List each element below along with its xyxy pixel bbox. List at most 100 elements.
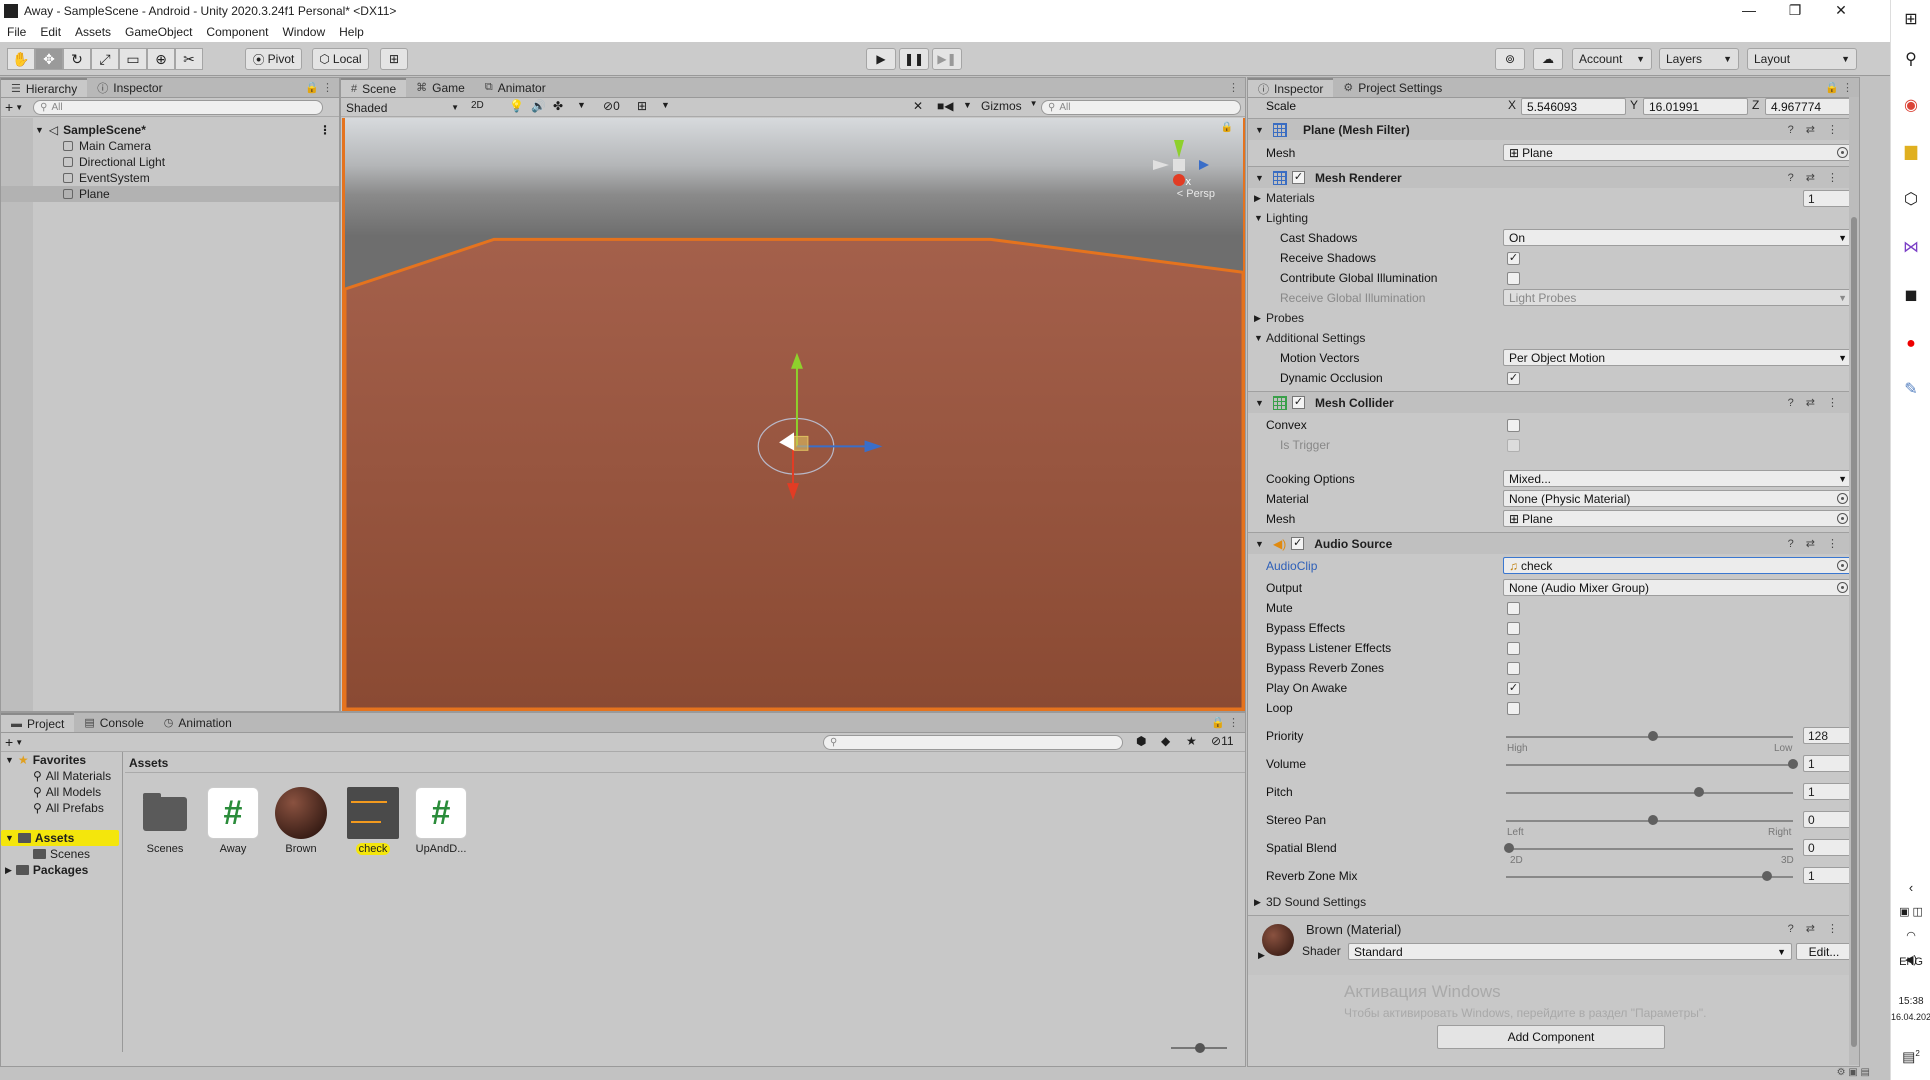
collider-material-field[interactable]: None (Physic Material) [1503, 490, 1853, 507]
asset-check-audio[interactable]: check [343, 787, 403, 855]
cooking-options-dropdown[interactable]: Mixed... ▼ [1503, 470, 1853, 487]
object-picker-icon[interactable] [1837, 582, 1848, 593]
shading-mode-dropdown[interactable]: Shaded ▼ [343, 99, 463, 116]
tab-project[interactable]: ▬ Project [1, 713, 75, 732]
favorite-all-materials[interactable]: ⚲ All Materials [1, 768, 122, 784]
mesh-filter-header[interactable]: ▼ Plane (Mesh Filter) ?⇄⋮ [1248, 118, 1858, 140]
favorite-all-models[interactable]: ⚲ All Models [1, 784, 122, 800]
search-icon[interactable]: ⚲ [1899, 48, 1923, 72]
hierarchy-scene-row[interactable]: ▼ ◁ SampleScene* ⋮ [1, 122, 339, 138]
menu-file[interactable]: File [0, 25, 33, 39]
spatial-blend-slider[interactable] [1504, 843, 1793, 853]
camera-icon[interactable]: ■◀ [937, 99, 953, 113]
menu-assets[interactable]: Assets [68, 25, 118, 39]
audioclip-field[interactable]: ♫ check [1503, 557, 1853, 574]
move-tool-icon[interactable]: ✥ [35, 48, 63, 70]
reverb-zone-mix-field[interactable]: 1 [1803, 867, 1853, 884]
stereo-pan-slider-knob[interactable] [1648, 815, 1658, 825]
tab-animation[interactable]: ◷ Animation [154, 713, 242, 732]
pitch-field[interactable]: 1 [1803, 783, 1853, 800]
asset-brown-material[interactable]: Brown [271, 787, 331, 855]
hidden-packages-counter[interactable]: ⊘11 [1211, 734, 1234, 748]
scale-x-field[interactable]: 5.546093 [1521, 98, 1626, 115]
collider-mesh-field[interactable]: ⊞ Plane [1503, 510, 1853, 527]
tab-scene[interactable]: # Scene [341, 78, 407, 97]
visual-studio-icon[interactable]: ⋈ [1899, 236, 1923, 260]
record-icon[interactable]: ● [1899, 332, 1923, 356]
rect-tool-icon[interactable]: ▭ [119, 48, 147, 70]
step-button[interactable]: ▶❚ [932, 48, 962, 70]
menu-window[interactable]: Window [275, 25, 332, 39]
pause-button[interactable]: ❚❚ [899, 48, 929, 70]
language-indicator[interactable]: ENG [1891, 956, 1930, 968]
priority-slider-knob[interactable] [1648, 731, 1658, 741]
chevron-down-icon[interactable]: ▼ [15, 738, 23, 747]
thumbnail-size-knob[interactable] [1195, 1043, 1205, 1053]
inspector-scrollbar-thumb[interactable] [1851, 217, 1857, 1047]
scale-tool-icon[interactable]: ⤢ [91, 48, 119, 70]
audio-toggle-icon[interactable]: 🔊 [531, 99, 546, 113]
menu-gameobject[interactable]: GameObject [118, 25, 199, 39]
menu-help[interactable]: Help [332, 25, 371, 39]
audio-source-header[interactable]: ▼ ◀) ✓ Audio Source ?⇄⋮ [1248, 532, 1858, 554]
chevron-down-icon[interactable]: ▼ [963, 100, 972, 110]
lock-icon[interactable]: 🔒 [1221, 122, 1233, 133]
stereo-pan-field[interactable]: 0 [1803, 811, 1853, 828]
bypass-reverb-checkbox[interactable] [1507, 662, 1520, 675]
output-field[interactable]: None (Audio Mixer Group) [1503, 579, 1853, 596]
loop-checkbox[interactable] [1507, 702, 1520, 715]
asset-upandd-script[interactable]: # UpAndD... [411, 787, 471, 855]
component-actions-icons[interactable]: ?⇄⋮ [1788, 123, 1850, 136]
reverb-zone-mix-slider-knob[interactable] [1762, 871, 1772, 881]
reverb-zone-mix-slider[interactable] [1506, 871, 1793, 881]
receive-shadows-checkbox[interactable]: ✓ [1507, 252, 1520, 265]
thumbnail-size-slider[interactable] [1171, 1043, 1227, 1053]
asset-away-script[interactable]: # Away [203, 787, 263, 855]
additional-settings-foldout[interactable]: ▼ Additional Settings [1254, 329, 1365, 347]
play-on-awake-checkbox[interactable]: ✓ [1507, 682, 1520, 695]
project-breadcrumb[interactable]: Assets [125, 753, 1245, 773]
add-icon[interactable]: + [5, 99, 13, 115]
component-actions-icons[interactable]: ?⇄⋮ [1788, 922, 1850, 935]
cloud-button[interactable]: ☁ [1533, 48, 1563, 70]
lock-icon[interactable]: 🔒 ⋮ [305, 81, 333, 94]
inspector-scrollbar[interactable] [1849, 97, 1859, 1065]
object-picker-icon[interactable] [1837, 513, 1848, 524]
3d-sound-settings-foldout[interactable]: ▶ 3D Sound Settings [1254, 893, 1366, 911]
close-button[interactable]: ✕ [1818, 0, 1864, 22]
custom-tool-icon[interactable]: ✂ [175, 48, 203, 70]
notifications-icon[interactable]: ▤2 [1899, 1042, 1923, 1066]
tab-inspector-secondary[interactable]: ⓘ Inspector [87, 78, 172, 97]
tab-inspector[interactable]: ⓘ Inspector [1248, 78, 1334, 97]
folder-packages[interactable]: ▶ Packages [1, 862, 122, 878]
favorites-row[interactable]: ▼ ★ Favorites [1, 752, 122, 768]
chevron-down-icon[interactable]: ▼ [15, 103, 23, 112]
object-picker-icon[interactable] [1837, 560, 1848, 571]
rotate-tool-icon[interactable]: ↻ [63, 48, 91, 70]
convex-checkbox[interactable] [1507, 419, 1520, 432]
effects-toggle-icon[interactable]: ✤ [553, 99, 563, 113]
bypass-listener-checkbox[interactable] [1507, 642, 1520, 655]
perspective-toggle[interactable]: < Persp [1177, 188, 1215, 200]
local-button[interactable]: ⬡ Local [312, 48, 369, 70]
clock-date[interactable]: 16.04.2022 [1891, 1012, 1930, 1022]
layout-dropdown[interactable]: Layout ▼ [1747, 48, 1857, 70]
expand-arrow-icon[interactable]: ▶ [1258, 950, 1265, 961]
tab-hierarchy[interactable]: ☰ Hierarchy [1, 78, 88, 97]
stereo-pan-slider[interactable] [1506, 815, 1793, 825]
hierarchy-item-main-camera[interactable]: Main Camera [1, 138, 339, 154]
account-dropdown[interactable]: Account ▼ [1572, 48, 1652, 70]
project-search-input[interactable]: ⚲ [823, 735, 1123, 750]
favorite-star-icon[interactable]: ★ [1186, 734, 1197, 748]
favorite-all-prefabs[interactable]: ⚲ All Prefabs [1, 800, 122, 816]
scale-z-field[interactable]: 4.967774 [1765, 98, 1853, 115]
hierarchy-item-plane[interactable]: Plane [1, 186, 339, 202]
spatial-blend-field[interactable]: 0 [1803, 839, 1853, 856]
clock-time[interactable]: 15:38 [1891, 996, 1930, 1007]
hierarchy-item-eventsystem[interactable]: EventSystem [1, 170, 339, 186]
contribute-gi-checkbox[interactable] [1507, 272, 1520, 285]
folder-assets[interactable]: ▼ Assets [1, 830, 119, 846]
dynamic-occlusion-checkbox[interactable]: ✓ [1507, 372, 1520, 385]
tab-game[interactable]: ⌘ Game [406, 78, 475, 97]
filter-label-icon[interactable]: ◆ [1161, 734, 1170, 748]
